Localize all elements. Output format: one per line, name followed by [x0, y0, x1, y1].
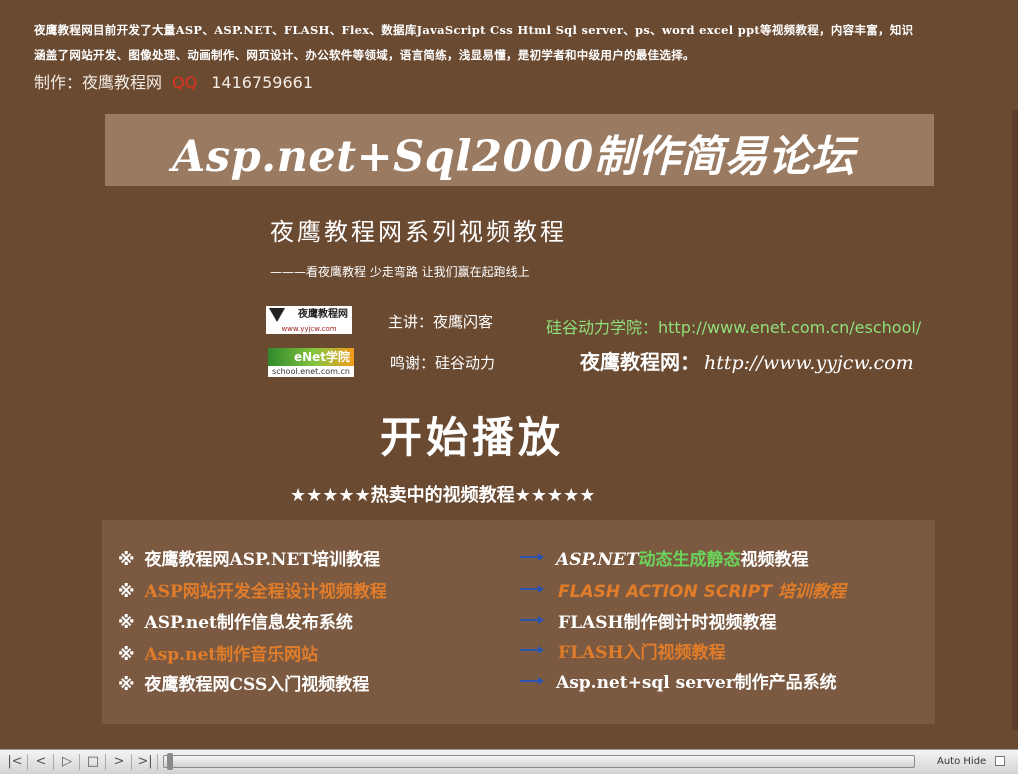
left-item-5-label: 夜鹰教程网CSS入门视频教程: [144, 675, 370, 695]
enet-logo-url: school.enet.com.cn: [272, 367, 350, 376]
qq-number: 1416759661: [211, 73, 313, 92]
reference-mark-icon: ※: [118, 645, 135, 665]
divider: [131, 754, 132, 770]
yyjcw-site-url: http://www.yyjcw.com: [704, 352, 914, 374]
player-controlbar: |< < ▷ □ > >| Auto Hide: [0, 749, 1018, 774]
auto-hide-checkbox[interactable]: [995, 756, 1005, 766]
left-item-2[interactable]: ※ ASP网站开发全程设计视频教程: [118, 577, 387, 602]
video-stage: 夜鹰教程网目前开发了大量ASP、ASP.NET、FLASH、Flex、数据库Ja…: [0, 0, 1018, 749]
left-item-1-label: 夜鹰教程网ASP.NET培训教程: [144, 550, 381, 570]
divider: [157, 754, 158, 770]
divider: [53, 754, 54, 770]
right-item-1-part2: 动态生成静态: [638, 550, 741, 570]
right-item-1-part3: 视频教程: [740, 550, 809, 570]
left-item-2-label: ASP网站开发全程设计视频教程: [144, 582, 387, 602]
hot-heading: ★★★★★热卖中的视频教程★★★★★: [290, 485, 596, 506]
left-item-3-label: ASP.net制作信息发布系统: [144, 613, 353, 633]
right-item-4[interactable]: FLASH入门视频教程: [558, 638, 726, 663]
yyjcw-site-link[interactable]: 夜鹰教程网： http://www.yyjcw.com: [580, 346, 914, 375]
left-item-1[interactable]: ※ 夜鹰教程网ASP.NET培训教程: [118, 545, 380, 570]
rewind-button[interactable]: <: [30, 752, 52, 772]
arrow-right-icon: [520, 677, 544, 685]
series-subtitle: 夜鹰教程网系列视频教程: [270, 218, 567, 246]
left-item-4[interactable]: ※ Asp.net制作音乐网站: [118, 640, 318, 665]
reference-mark-icon: ※: [118, 613, 135, 633]
reference-mark-icon: ※: [118, 582, 135, 602]
left-item-3[interactable]: ※ ASP.net制作信息发布系统: [118, 608, 353, 633]
right-item-3[interactable]: FLASH制作倒计时视频教程: [558, 608, 777, 633]
lecturer-credit: 主讲：夜鹰闪客: [388, 313, 494, 331]
enet-site-link[interactable]: 硅谷动力学院：http://www.enet.com.cn/eschool/: [546, 314, 921, 338]
start-play-button[interactable]: 开始播放: [380, 404, 564, 465]
arrow-right-icon: [520, 646, 544, 654]
enet-logo[interactable]: eNet学院 school.enet.com.cn: [268, 348, 354, 377]
divider: [27, 754, 28, 770]
slogan: ———看夜鹰教程 少走弯路 让我们赢在起跑线上: [270, 265, 530, 279]
stage-right-edge: [1012, 110, 1018, 730]
left-item-5[interactable]: ※ 夜鹰教程网CSS入门视频教程: [118, 670, 369, 695]
reference-mark-icon: ※: [118, 675, 135, 695]
right-item-1-part1: ASP.NET: [556, 550, 639, 570]
seek-bar[interactable]: [163, 753, 915, 770]
skip-to-start-button[interactable]: |<: [4, 752, 26, 772]
intro-line-2: 涵盖了网站开发、图像处理、动画制作、网页设计、办公软件等领域，语言简练，浅显易懂…: [34, 48, 695, 62]
stop-button[interactable]: □: [82, 752, 104, 772]
author-line: 制作：夜鹰教程网 QQ 1416759661: [34, 69, 313, 93]
right-item-2[interactable]: FLASH ACTION SCRIPT 培训教程: [558, 577, 846, 602]
seek-thumb[interactable]: [167, 753, 173, 770]
yyjcw-logo-text: 夜鹰教程网: [298, 309, 348, 320]
arrow-right-icon: [520, 585, 544, 593]
divider: [79, 754, 80, 770]
reference-mark-icon: ※: [118, 550, 135, 570]
auto-hide-label: Auto Hide: [937, 756, 987, 767]
left-item-4-label: Asp.net制作音乐网站: [144, 645, 319, 665]
forward-button[interactable]: >: [108, 752, 130, 772]
intro-text: 夜鹰教程网目前开发了大量ASP、ASP.NET、FLASH、Flex、数据库Ja…: [34, 18, 934, 68]
arrow-right-icon: [520, 616, 544, 624]
course-title: Asp.net+Sql2000制作简易论坛: [172, 132, 855, 182]
yyjcw-logo[interactable]: 夜鹰教程网 www.yyjcw.com: [266, 306, 352, 334]
arrow-right-icon: [520, 553, 544, 561]
intro-line-1: 夜鹰教程网目前开发了大量ASP、ASP.NET、FLASH、Flex、数据库Ja…: [34, 23, 914, 37]
thanks-credit: 鸣谢：硅谷动力: [390, 354, 496, 372]
yyjcw-site-label: 夜鹰教程网：: [580, 350, 700, 374]
right-item-1[interactable]: ASP.NET动态生成静态视频教程: [556, 545, 809, 570]
play-button[interactable]: ▷: [56, 752, 78, 772]
qq-label: QQ: [172, 73, 198, 92]
yyjcw-logo-url: www.yyjcw.com: [281, 325, 337, 333]
divider: [105, 754, 106, 770]
skip-to-end-button[interactable]: >|: [134, 752, 156, 772]
right-item-5[interactable]: Asp.net+sql server制作产品系统: [556, 668, 837, 693]
enet-logo-text: eNet学院: [268, 348, 354, 366]
author-label: 制作：夜鹰教程网: [34, 73, 163, 92]
